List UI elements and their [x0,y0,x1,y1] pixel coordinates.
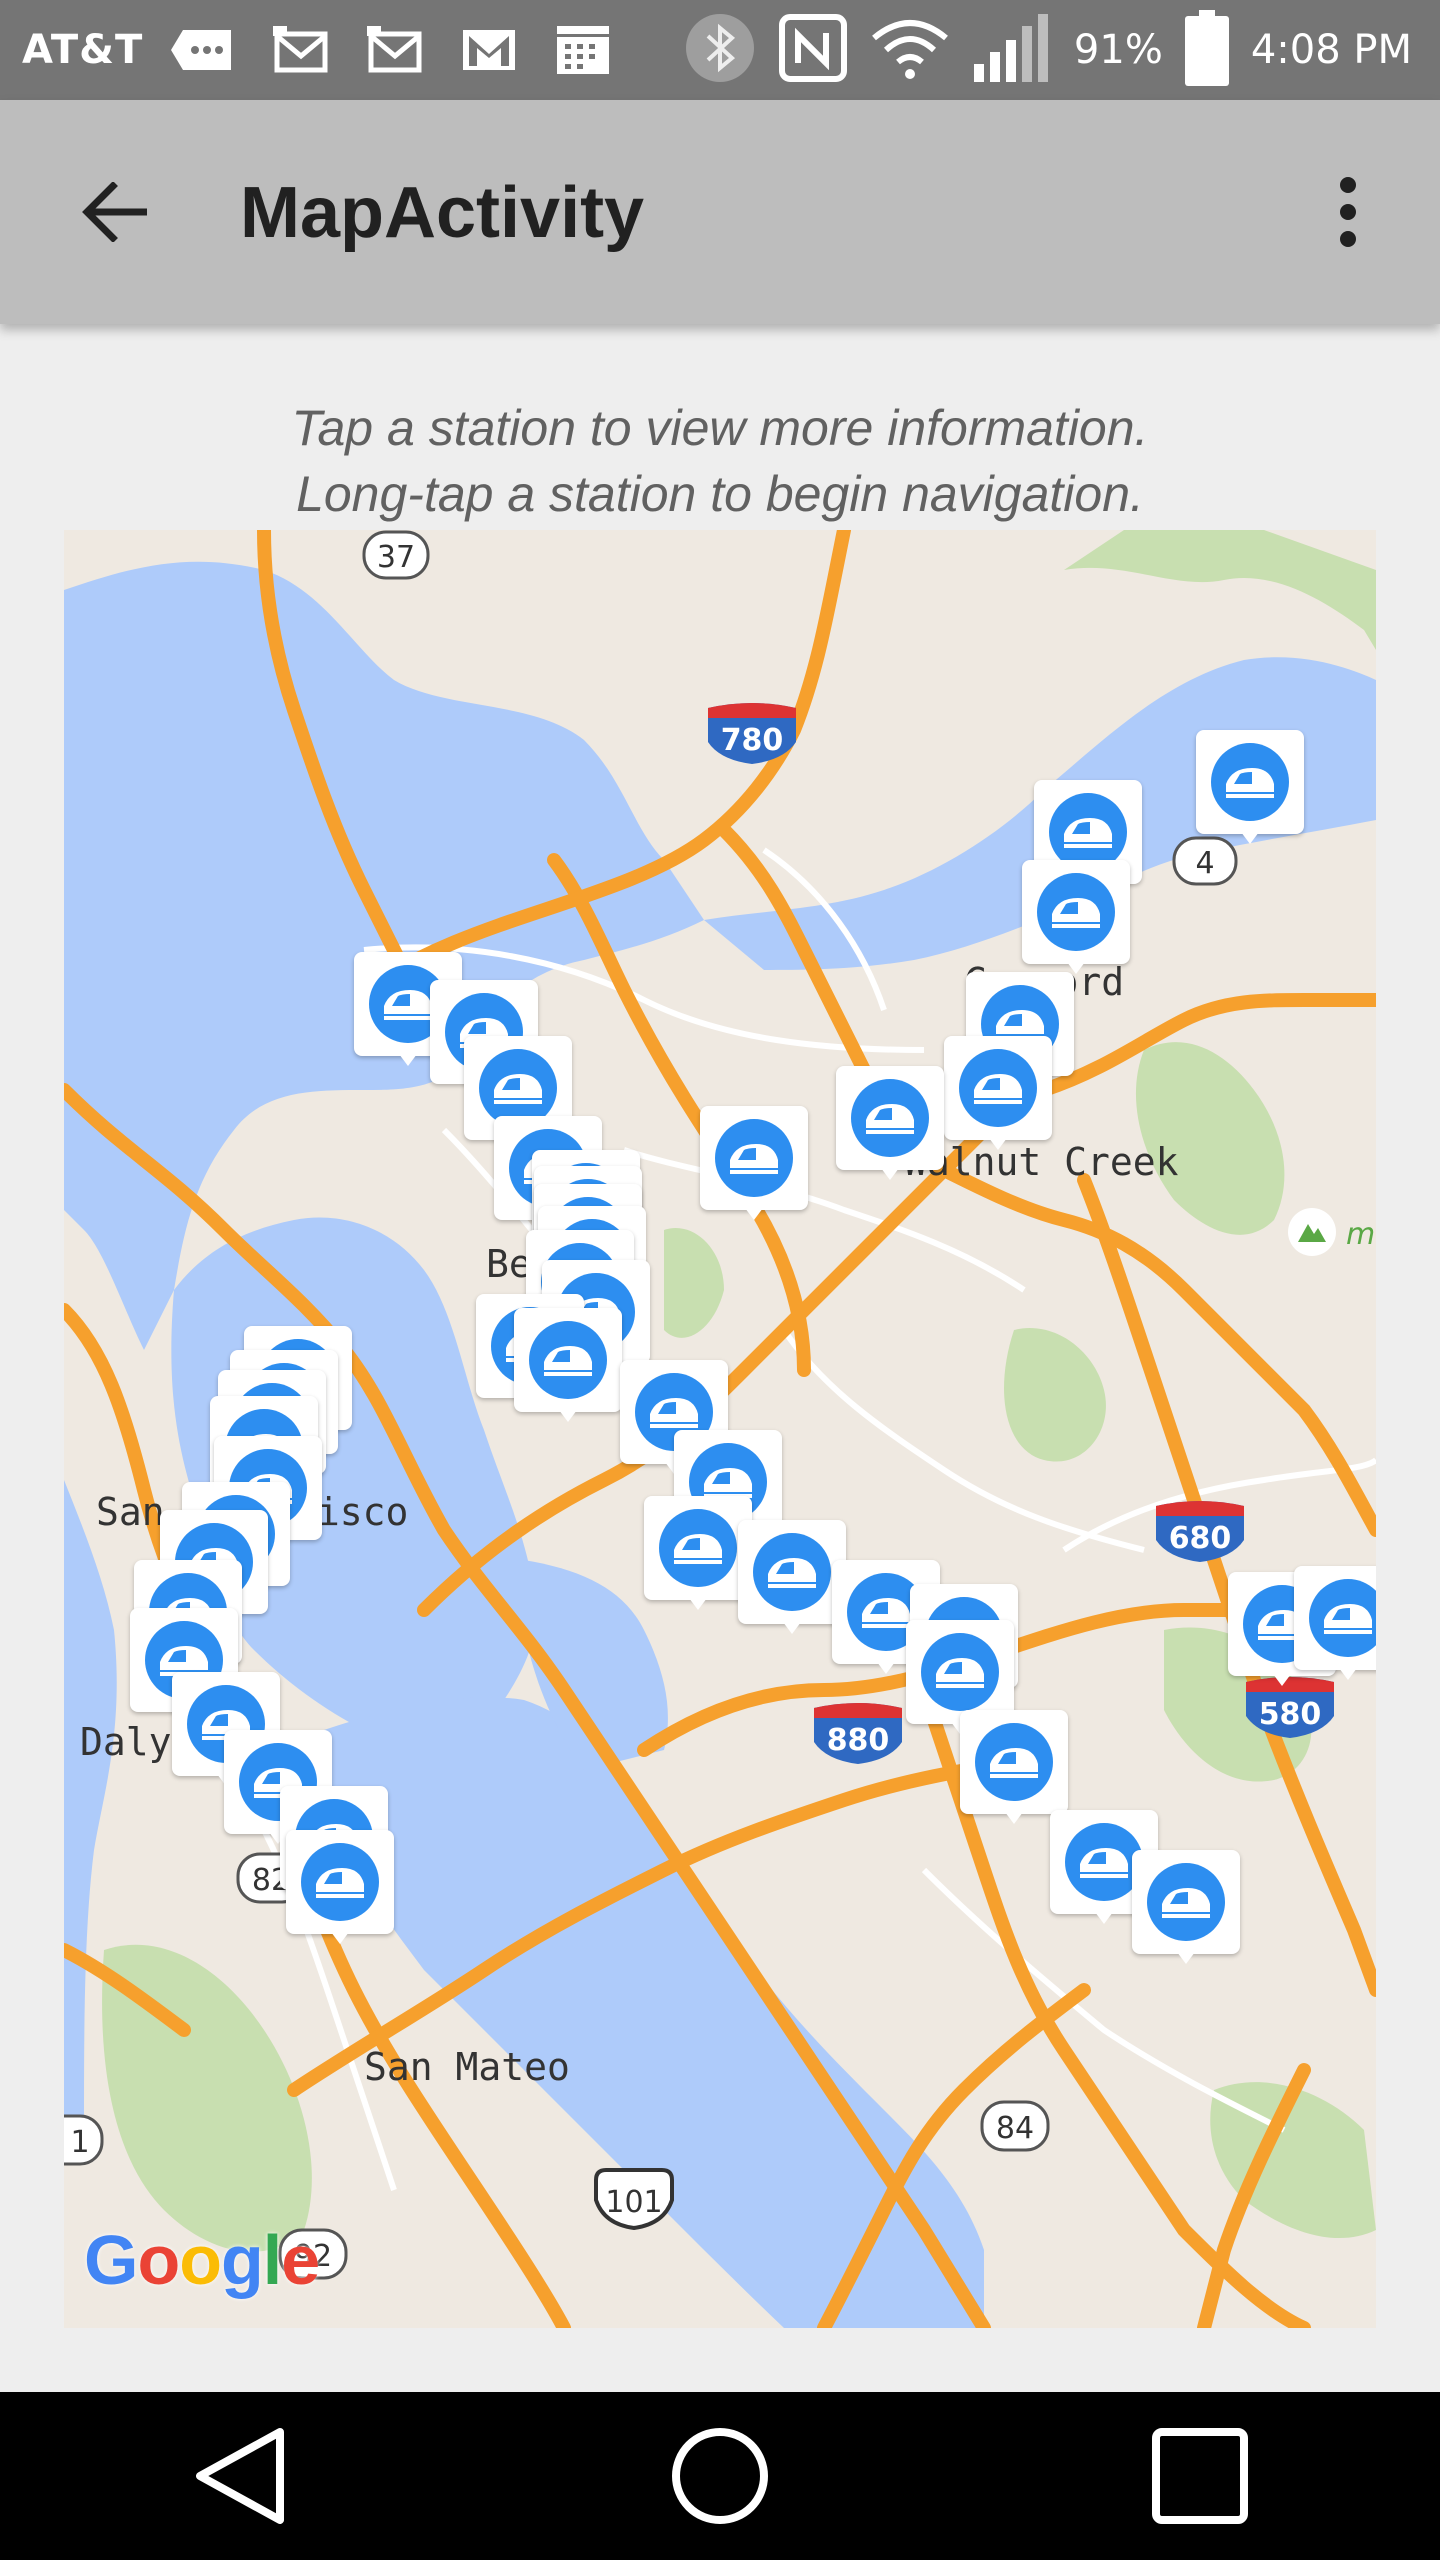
station-marker[interactable] [944,1036,1052,1156]
nav-home-icon [672,2428,768,2524]
route-shield-1: 1 [64,2114,104,2172]
route-shield-680: 680 [1152,1500,1248,1568]
status-bar: AT&T 91% 4:08 PM [0,0,1440,100]
wifi-icon [870,16,950,84]
train-station-icon [659,1509,737,1587]
svg-text:4: 4 [1195,846,1214,881]
google-logo: Google [84,2221,320,2299]
overflow-menu-button[interactable] [1296,160,1400,264]
station-marker[interactable] [1294,1566,1376,1686]
gmail-icon [461,26,517,74]
svg-text:1: 1 [70,2125,89,2160]
svg-text:780: 780 [721,723,784,758]
train-station-icon [529,1321,607,1399]
map-view[interactable]: Concord Walnut Creek Be San cisco Daly S… [64,530,1376,2328]
route-shield-37: 37 [362,530,430,586]
station-marker[interactable] [286,1830,394,1950]
park-icon: m [1286,1206,1376,1270]
train-station-icon [753,1533,831,1611]
station-marker[interactable] [514,1308,622,1428]
svg-text:880: 880 [827,1723,890,1758]
station-marker[interactable] [644,1496,752,1616]
nfc-icon [778,13,848,87]
svg-text:680: 680 [1169,1521,1232,1556]
instruction-line-1: Tap a station to view more information. [291,400,1149,456]
calendar-icon [555,24,611,76]
status-right: 91% 4:08 PM [684,0,1412,100]
train-station-icon [959,1049,1037,1127]
clock: 4:08 PM [1250,27,1412,73]
back-button[interactable] [62,160,166,264]
more-vert-icon [1340,177,1356,247]
train-station-icon [1211,743,1289,821]
route-shield-780: 780 [704,702,800,770]
bluetooth-icon [684,12,756,88]
screen: AT&T 91% 4:08 PM MapActivity Tap a stati… [0,0,1440,2560]
nav-recents-icon [1152,2428,1248,2524]
train-station-icon [715,1119,793,1197]
station-marker[interactable] [700,1106,808,1226]
svg-text:580: 580 [1259,1697,1322,1732]
place-label-san-mateo: San Mateo [364,2045,570,2089]
nav-back-icon [196,2428,284,2524]
carrier-label: AT&T [22,27,144,73]
station-marker[interactable] [1132,1850,1240,1970]
gmail-icon [273,26,329,74]
svg-text:84: 84 [996,2111,1034,2146]
station-marker[interactable] [1196,730,1304,850]
gmail-icon [367,26,423,74]
train-station-icon [1037,873,1115,951]
svg-text:37: 37 [377,540,415,575]
station-marker[interactable] [1022,860,1130,980]
train-station-icon [975,1723,1053,1801]
message-icon [169,28,235,72]
nav-back-button[interactable] [160,2396,320,2556]
train-station-icon [301,1843,379,1921]
system-nav-bar [0,2392,1440,2560]
place-label-berkeley: Be [486,1242,532,1286]
instructions-text: Tap a station to view more information. … [0,395,1440,527]
battery-percent: 91% [1073,27,1163,73]
nav-recents-button[interactable] [1120,2396,1280,2556]
train-station-icon [1147,1863,1225,1941]
app-toolbar: MapActivity [0,100,1440,324]
train-station-icon [921,1633,999,1711]
arrow-back-icon [82,182,147,242]
train-station-icon [851,1079,929,1157]
battery-icon [1184,10,1229,90]
svg-text:m: m [1346,1217,1375,1252]
route-shield-880: 880 [810,1702,906,1770]
page-title: MapActivity [240,173,645,253]
svg-text:101: 101 [605,2185,662,2220]
train-station-icon [1309,1579,1376,1657]
instruction-line-2: Long-tap a station to begin navigation. [296,466,1144,522]
route-shield-84: 84 [980,2100,1050,2158]
signal-icon [972,12,1052,88]
place-label-san: San [96,1490,165,1534]
station-marker[interactable] [738,1520,846,1640]
nav-home-button[interactable] [640,2396,800,2556]
route-shield-101: 101 [592,2166,676,2236]
station-marker[interactable] [836,1066,944,1186]
